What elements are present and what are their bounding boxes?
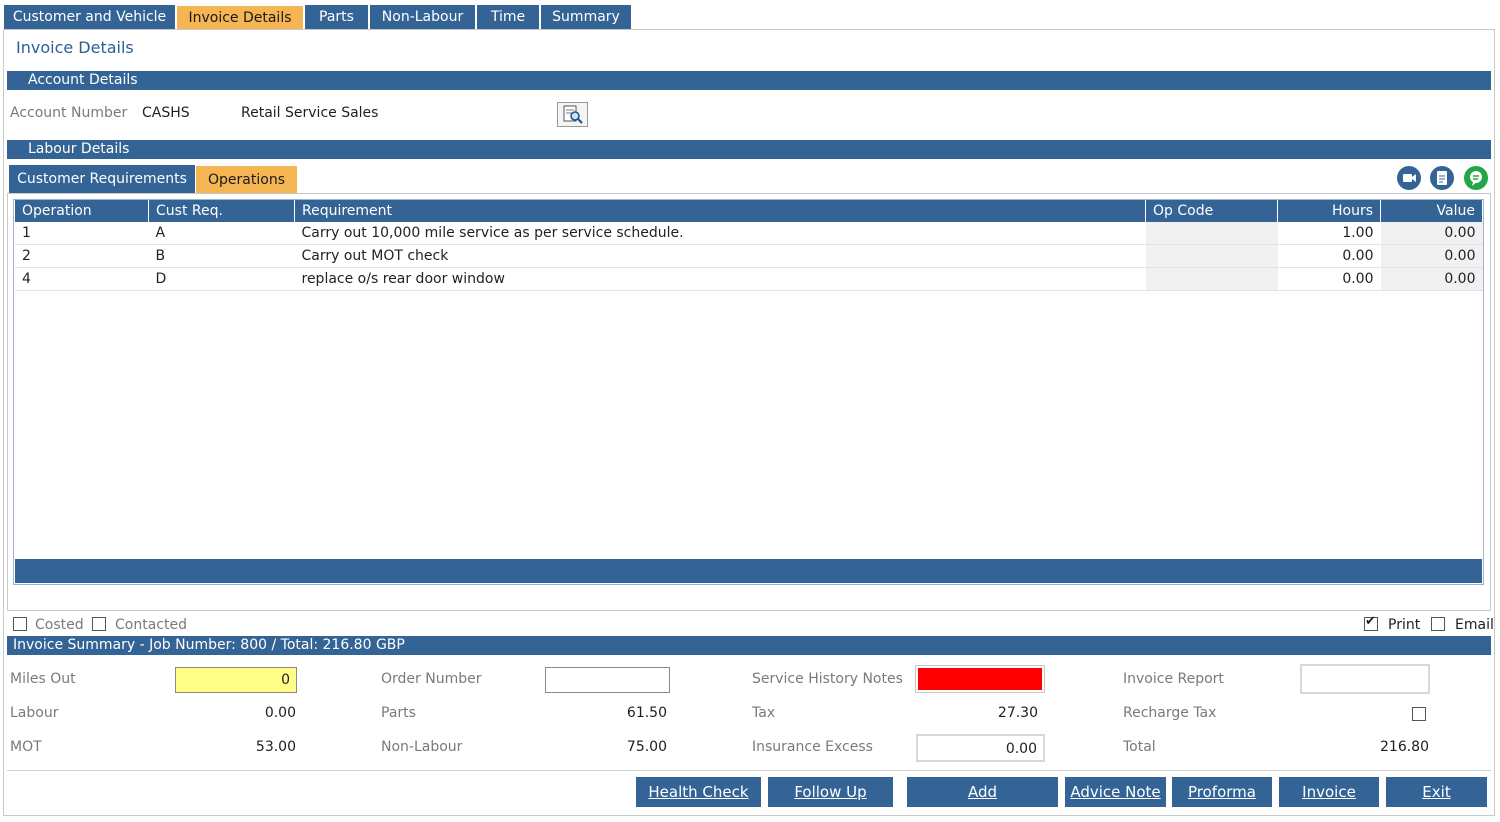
parts-value: 61.50 [626, 705, 667, 721]
table-footer-bar [15, 559, 1482, 583]
contacted-checkbox[interactable] [92, 617, 106, 631]
cell-hours: 0.00 [1277, 244, 1381, 268]
account-name-value: Retail Service Sales [241, 105, 379, 121]
column-header-value[interactable]: Value [1380, 200, 1483, 222]
non-labour-value: 75.00 [626, 739, 667, 755]
column-header-hours[interactable]: Hours [1277, 200, 1381, 222]
chat-icon[interactable] [1464, 166, 1488, 190]
advice-note-button[interactable]: Advice Note [1065, 777, 1166, 807]
recharge-tax-checkbox[interactable] [1412, 707, 1426, 721]
follow-up-button[interactable]: Follow Up [768, 777, 893, 807]
subtab-operations[interactable]: Operations [196, 166, 297, 194]
invoice-report-field[interactable] [1300, 664, 1430, 694]
labour-label: Labour [10, 705, 59, 721]
add-button[interactable]: Add [907, 777, 1058, 807]
miles-out-label: Miles Out [10, 671, 76, 687]
email-label: Email [1455, 617, 1494, 633]
service-history-notes-label: Service History Notes [752, 671, 903, 687]
labour-value: 0.00 [264, 705, 296, 721]
tab-summary[interactable]: Summary [541, 5, 632, 29]
recharge-tax-label: Recharge Tax [1123, 705, 1217, 721]
order-number-input[interactable] [545, 667, 670, 693]
account-details-bar: Account Details [7, 71, 1491, 90]
cell-op-code [1145, 267, 1278, 291]
table-header-row: Operation Cust Req. Requirement Op Code … [15, 200, 1483, 222]
cell-cust-req: A [148, 222, 295, 245]
parts-label: Parts [381, 705, 416, 721]
tab-parts[interactable]: Parts [305, 5, 369, 29]
column-header-cust-req[interactable]: Cust Req. [148, 200, 295, 222]
tax-label: Tax [752, 705, 776, 721]
cell-requirement: Carry out MOT check [294, 244, 1146, 268]
insurance-excess-input[interactable]: 0.00 [916, 734, 1045, 762]
labour-details-bar: Labour Details [7, 140, 1491, 159]
costed-checkbox[interactable] [13, 617, 27, 631]
table-row[interactable]: 2 B Carry out MOT check 0.00 0.00 [15, 244, 1483, 268]
video-icon[interactable] [1397, 166, 1421, 190]
document-icon[interactable] [1430, 166, 1454, 190]
cell-requirement: Carry out 10,000 mile service as per ser… [294, 222, 1146, 245]
mot-value: 53.00 [255, 739, 296, 755]
invoice-button[interactable]: Invoice [1279, 777, 1379, 807]
column-header-requirement[interactable]: Requirement [294, 200, 1146, 222]
account-number-label: Account Number [10, 105, 128, 121]
cell-requirement: replace o/s rear door window [294, 267, 1146, 291]
proforma-button[interactable]: Proforma [1172, 777, 1272, 807]
cell-cust-req: D [148, 267, 295, 291]
miles-out-input[interactable]: 0 [175, 667, 297, 693]
magnifier-document-icon[interactable] [557, 102, 588, 127]
print-checkbox[interactable] [1364, 614, 1378, 631]
cell-hours: 0.00 [1277, 267, 1381, 291]
subtab-customer-requirements[interactable]: Customer Requirements [9, 165, 195, 194]
invoice-summary-bar: Invoice Summary - Job Number: 800 / Tota… [7, 636, 1491, 655]
column-header-op-code[interactable]: Op Code [1145, 200, 1278, 222]
service-history-notes-indicator [918, 668, 1042, 690]
table-row[interactable]: 4 D replace o/s rear door window 0.00 0.… [15, 267, 1483, 291]
account-number-value: CASHS [142, 105, 190, 121]
print-label: Print [1388, 617, 1421, 633]
tax-value: 27.30 [997, 705, 1038, 721]
order-number-label: Order Number [381, 671, 482, 687]
total-value: 216.80 [1380, 739, 1429, 755]
non-labour-label: Non-Labour [381, 739, 463, 755]
tab-customer-and-vehicle[interactable]: Customer and Vehicle [4, 5, 176, 29]
invoice-report-label: Invoice Report [1123, 671, 1224, 687]
contacted-label: Contacted [115, 617, 187, 633]
cell-value: 0.00 [1380, 267, 1483, 291]
tab-non-labour[interactable]: Non-Labour [370, 5, 476, 29]
email-checkbox[interactable] [1431, 617, 1445, 631]
operations-table: Operation Cust Req. Requirement Op Code … [15, 200, 1483, 291]
cell-value: 0.00 [1380, 244, 1483, 268]
cell-op-code [1145, 222, 1278, 245]
cell-op-code [1145, 244, 1278, 268]
page-title: Invoice Details [16, 38, 134, 57]
total-label: Total [1123, 739, 1156, 755]
insurance-excess-label: Insurance Excess [752, 739, 873, 755]
health-check-button[interactable]: Health Check [636, 777, 761, 807]
tab-time[interactable]: Time [477, 5, 540, 29]
exit-button[interactable]: Exit [1386, 777, 1487, 807]
cell-operation: 4 [15, 267, 149, 291]
column-header-operation[interactable]: Operation [15, 200, 149, 222]
service-history-notes-button[interactable] [915, 665, 1045, 693]
costed-label: Costed [35, 617, 84, 633]
cell-operation: 1 [15, 222, 149, 245]
table-row[interactable]: 1 A Carry out 10,000 mile service as per… [15, 222, 1483, 245]
cell-value: 0.00 [1380, 222, 1483, 245]
cell-hours: 1.00 [1277, 222, 1381, 245]
tab-invoice-details[interactable]: Invoice Details [177, 6, 304, 30]
cell-cust-req: B [148, 244, 295, 268]
divider [7, 770, 1491, 771]
cell-operation: 2 [15, 244, 149, 268]
mot-label: MOT [10, 739, 42, 755]
